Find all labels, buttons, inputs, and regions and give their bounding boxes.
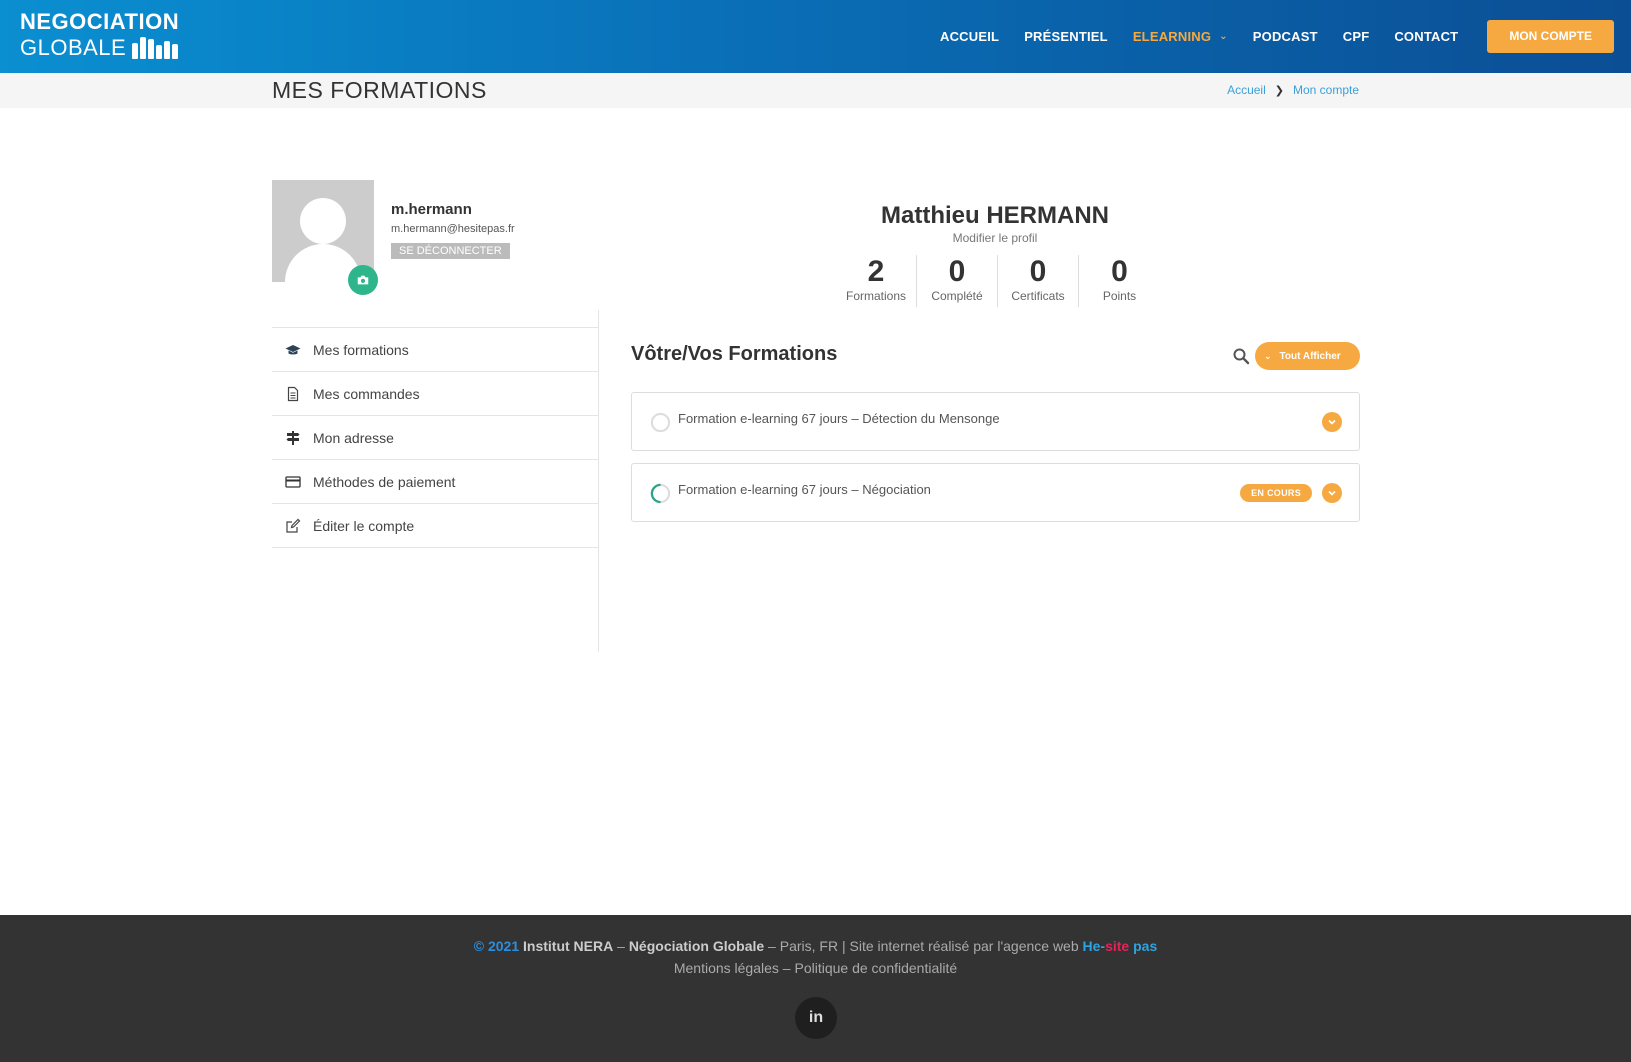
agency-link[interactable]: He-site pas [1083, 938, 1158, 954]
sidebar-item-methodes-paiement[interactable]: Méthodes de paiement [272, 460, 598, 504]
status-badge: EN COURS [1240, 484, 1312, 502]
chess-pieces-icon [132, 37, 179, 59]
sidebar-item-mon-adresse[interactable]: Mon adresse [272, 416, 598, 460]
expand-toggle[interactable] [1322, 483, 1342, 503]
sidebar-item-mes-formations[interactable]: Mes formations [272, 328, 598, 372]
legal-link[interactable]: Mentions légales [674, 960, 779, 976]
stat-formations: 2 Formations [836, 255, 917, 307]
breadcrumb-home[interactable]: Accueil [1227, 83, 1266, 97]
course-item[interactable]: Formation e-learning 67 jours – Détectio… [631, 392, 1360, 451]
logo-line2: GLOBALE [20, 35, 127, 60]
formations-title: Vôtre/Vos Formations [631, 343, 838, 365]
camera-icon[interactable] [348, 265, 378, 295]
nav-elearning-label: ELEARNING [1132, 29, 1212, 44]
chevron-down-icon [1328, 490, 1336, 496]
sidebar-item-label: Mes commandes [313, 385, 420, 402]
nav-cpf[interactable]: CPF [1343, 29, 1370, 44]
nav-presentiel[interactable]: PRÉSENTIEL [1024, 29, 1108, 44]
sidebar-item-editer-compte[interactable]: Éditer le compte [272, 504, 598, 548]
footer-legal: Mentions légales – Politique de confiden… [673, 960, 958, 976]
nav-contact[interactable]: CONTACT [1394, 29, 1458, 44]
chevron-down-icon [1328, 419, 1336, 425]
course-item[interactable]: Formation e-learning 67 jours – Négociat… [631, 463, 1360, 522]
logo-line1: NEGOCIATION [20, 9, 180, 34]
privacy-link[interactable]: Politique de confidentialité [794, 960, 957, 976]
stat-complete: 0 Complété [917, 255, 998, 307]
nav-accueil[interactable]: ACCUEIL [940, 29, 999, 44]
sidebar-item-label: Mon adresse [313, 429, 394, 446]
sidebar-item-label: Mes formations [313, 341, 409, 358]
course-title: Formation e-learning 67 jours – Détectio… [678, 411, 1000, 426]
course-title: Formation e-learning 67 jours – Négociat… [678, 482, 931, 497]
sidebar-item-label: Éditer le compte [313, 517, 415, 534]
progress-ring-icon [650, 483, 671, 504]
edit-icon [284, 517, 302, 535]
chevron-down-icon: ⌄ [1219, 31, 1228, 42]
stat-certificats: 0 Certificats [998, 255, 1079, 307]
stat-points: 0 Points [1102, 255, 1137, 303]
site-footer: © 2021 Institut NERA – Négociation Globa… [0, 915, 1631, 1062]
signpost-icon [284, 429, 302, 447]
account-sidebar: Mes formations Mes commandes Mon adresse… [272, 310, 599, 652]
logout-button[interactable]: SE DÉCONNECTER [391, 243, 510, 259]
nav-elearning[interactable]: ELEARNING ⌄ [1133, 29, 1228, 44]
credit-card-icon [284, 473, 302, 491]
breadcrumb-current[interactable]: Mon compte [1293, 83, 1359, 97]
chevron-down-icon: ⌄ [1264, 350, 1272, 361]
title-bar: MES FORMATIONS Accueil ❯ Mon compte [0, 73, 1631, 108]
edit-profile-link[interactable]: Modifier le profil [780, 231, 1210, 245]
my-account-button[interactable]: MON COMPTE [1487, 20, 1614, 53]
username: m.hermann [391, 201, 472, 218]
full-name: Matthieu HERMANN [881, 202, 1109, 229]
show-all-label: Tout Afficher [1279, 350, 1341, 362]
expand-toggle[interactable] [1322, 412, 1342, 432]
profile-stats: 2 Formations 0 Complété 0 Certificats 0 … [836, 255, 1160, 307]
progress-ring-icon [650, 412, 671, 433]
footer-credits: © 2021 Institut NERA – Négociation Globa… [473, 938, 1158, 954]
search-icon[interactable] [1232, 347, 1250, 365]
graduation-cap-icon [284, 341, 302, 359]
nav-podcast[interactable]: PODCAST [1253, 29, 1318, 44]
page-title: MES FORMATIONS [272, 77, 487, 103]
user-email: m.hermann@hesitepas.fr [391, 223, 515, 235]
site-logo[interactable]: NEGOCIATION GLOBALE [20, 10, 179, 62]
chevron-right-icon: ❯ [1274, 84, 1284, 97]
site-header: NEGOCIATION GLOBALE ACCUEIL PRÉSENTIEL E… [0, 0, 1631, 73]
document-icon [284, 385, 302, 403]
show-all-button[interactable]: ⌄ Tout Afficher [1255, 342, 1360, 370]
linkedin-icon[interactable]: in [795, 997, 837, 1039]
breadcrumb: Accueil ❯ Mon compte [1227, 83, 1359, 97]
sidebar-item-mes-commandes[interactable]: Mes commandes [272, 372, 598, 416]
sidebar-item-label: Méthodes de paiement [313, 473, 456, 490]
main-nav: ACCUEIL PRÉSENTIEL ELEARNING ⌄ PODCAST C… [940, 0, 1631, 73]
